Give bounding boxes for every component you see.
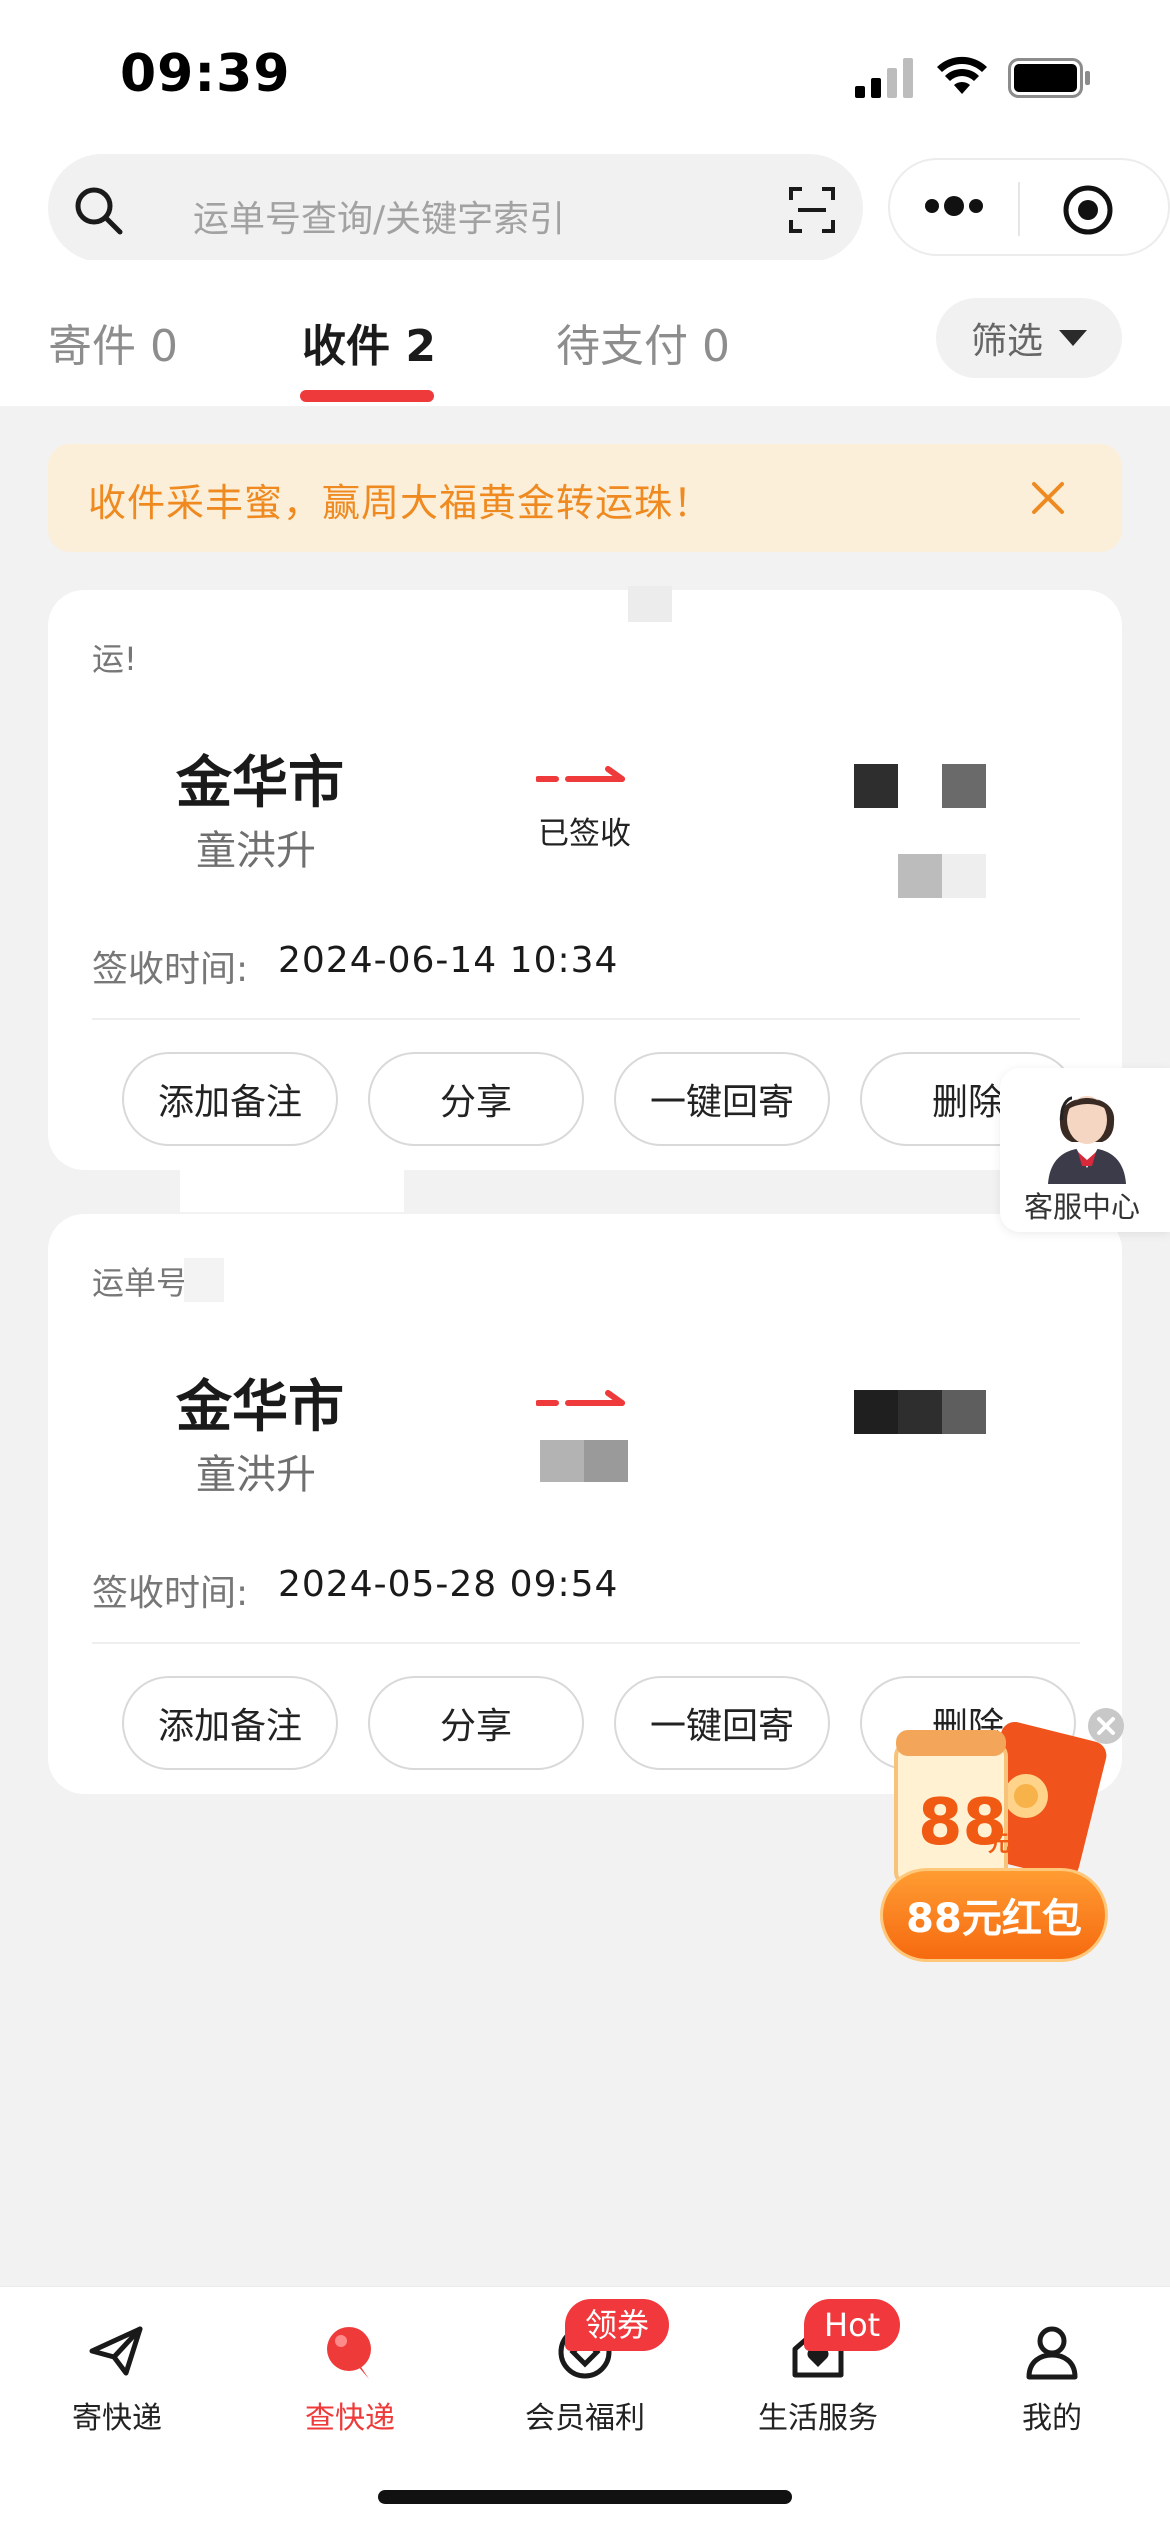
sender-name: 童洪升 <box>196 1452 316 1498</box>
origin-city: 金华市 <box>176 751 344 816</box>
tabbar-item-life[interactable]: 生活服务 Hot <box>728 2299 908 2437</box>
search-placeholder[interactable]: 运单号查询/关键字索引 <box>193 190 565 242</box>
active-tab-indicator <box>300 390 434 402</box>
shipment-tabs: 寄件 0 收件 2 待支付 0 筛选 <box>0 260 1170 406</box>
top-bar: 运单号查询/关键字索引 <box>0 150 1170 262</box>
status-time: 09:39 <box>120 44 291 104</box>
close-icon[interactable] <box>1026 476 1070 520</box>
customer-service-avatar <box>1048 1096 1126 1184</box>
status-bar: 09:39 <box>0 0 1170 150</box>
home-indicator <box>378 2490 792 2504</box>
redacted-block <box>942 764 986 808</box>
sign-time-label: 签收时间: <box>92 1573 249 1614</box>
coupon-badge: 领券 <box>565 2299 670 2351</box>
redacted-block <box>540 1440 584 1482</box>
sender-name: 童洪升 <box>196 828 316 874</box>
share-button[interactable]: 分享 <box>368 1052 584 1146</box>
origin-city: 金华市 <box>176 1375 344 1440</box>
redacted-block <box>628 586 672 622</box>
card-divider <box>92 1018 1080 1020</box>
card-divider <box>92 1642 1080 1644</box>
delivery-status: 已签收 <box>538 816 631 852</box>
hot-badge: Hot <box>804 2299 901 2351</box>
track-balloon-icon <box>327 2327 371 2379</box>
search-icon <box>75 187 123 235</box>
redacted-block <box>184 1258 224 1302</box>
scan-icon[interactable] <box>788 186 836 234</box>
add-note-button[interactable]: 添加备注 <box>122 1676 338 1770</box>
tabbar-item-track[interactable]: 查快递 <box>260 2321 440 2437</box>
red-packet-button[interactable]: 88元红包 <box>880 1868 1108 1962</box>
tabbar-label: 会员福利 <box>525 2401 645 2436</box>
filter-label: 筛选 <box>970 321 1043 362</box>
redacted-block <box>854 1390 898 1434</box>
cellular-signal-icon <box>855 58 913 98</box>
customer-service-float[interactable]: 客服中心 <box>1000 1068 1170 1232</box>
tabbar-label: 我的 <box>1022 2401 1082 2436</box>
waybill-label: 运单号 <box>92 1264 189 1302</box>
close-target-icon[interactable] <box>1062 184 1114 236</box>
tabbar-label: 查快递 <box>305 2401 395 2436</box>
sign-time-label: 签收时间: <box>92 949 249 990</box>
tabbar-item-member[interactable]: 会员福利 领券 <box>495 2299 675 2437</box>
customer-service-label: 客服中心 <box>1024 1190 1141 1224</box>
battery-icon <box>1008 58 1090 98</box>
return-ship-button[interactable]: 一键回寄 <box>614 1052 830 1146</box>
redacted-block <box>180 1160 404 1212</box>
redacted-block <box>898 1390 942 1434</box>
redacted-block <box>584 1440 628 1482</box>
tab-sent[interactable]: 寄件 0 <box>48 310 178 374</box>
tabbar-label: 寄快递 <box>72 2401 162 2436</box>
capsule-divider <box>1018 182 1020 236</box>
shipment-card[interactable]: 运! 金华市 童洪升 已签收 签收时间: 2024-06-14 10:34 添加… <box>48 586 1122 1170</box>
sign-time-value: 2024-06-14 10:34 <box>278 940 619 981</box>
wifi-icon <box>937 56 987 94</box>
user-icon <box>1026 2326 1078 2380</box>
more-dots-icon[interactable] <box>922 186 986 226</box>
miniprogram-capsule <box>888 158 1170 256</box>
redacted-block <box>898 854 942 898</box>
send-plane-icon <box>89 2326 143 2376</box>
redacted-block <box>942 1390 986 1434</box>
route-arrow-icon <box>536 1390 625 1406</box>
sign-time-value: 2024-05-28 09:54 <box>278 1564 619 1605</box>
promo-unit: 元 <box>988 1832 1011 1857</box>
add-note-button[interactable]: 添加备注 <box>122 1052 338 1146</box>
caret-down-icon <box>1059 330 1087 346</box>
tab-received[interactable]: 收件 2 <box>302 310 436 374</box>
route-arrow-icon <box>536 766 625 782</box>
return-ship-button[interactable]: 一键回寄 <box>614 1676 830 1770</box>
filter-button[interactable]: 筛选 <box>936 298 1122 378</box>
search-bar[interactable]: 运单号查询/关键字索引 <box>48 154 863 262</box>
banner-text: 收件采丰蜜，赢周大福黄金转运珠！ <box>88 481 713 525</box>
promo-banner[interactable]: 收件采丰蜜，赢周大福黄金转运珠！ <box>48 444 1122 552</box>
waybill-label: 运! <box>92 640 137 678</box>
tabbar-item-mine[interactable]: 我的 <box>962 2321 1142 2437</box>
share-button[interactable]: 分享 <box>368 1676 584 1770</box>
close-circle-icon[interactable] <box>1086 1706 1126 1746</box>
tabbar-label: 生活服务 <box>758 2401 878 2436</box>
tabbar-item-send[interactable]: 寄快递 <box>27 2321 207 2437</box>
redacted-block <box>854 764 898 808</box>
tab-pending-payment[interactable]: 待支付 0 <box>556 310 730 374</box>
redacted-block <box>942 854 986 898</box>
